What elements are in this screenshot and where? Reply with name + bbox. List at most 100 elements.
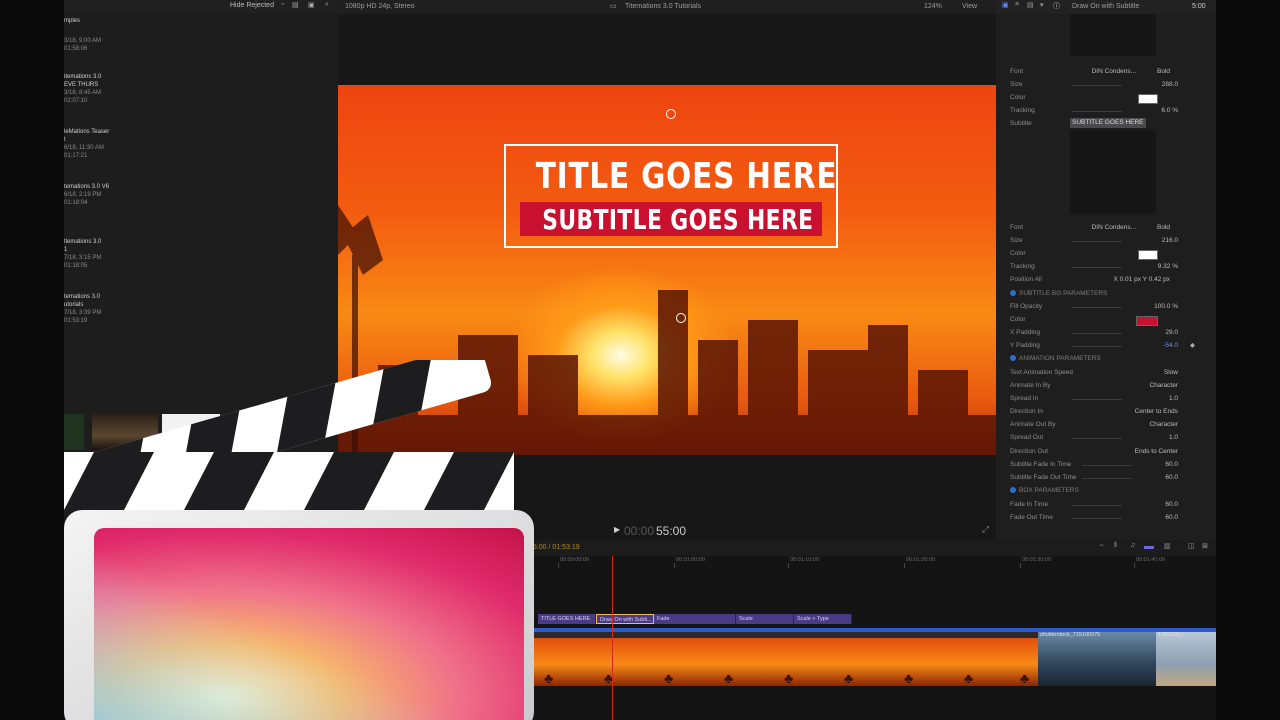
title-clip[interactable]: Fade <box>654 614 736 624</box>
hide-rejected-filter[interactable]: Hide Rejected <box>230 2 274 9</box>
row-label: Subtitle <box>1010 120 1032 127</box>
zoom-menu[interactable]: 124% <box>924 3 942 10</box>
inspector-row: Subtitle SUBTITLE GOES HERE <box>1010 118 1210 130</box>
color-swatch[interactable] <box>1136 316 1158 326</box>
tracking-value[interactable]: 9.32 % <box>1070 261 1178 273</box>
onscreen-handle[interactable] <box>666 109 676 119</box>
row-label: Animate Out By <box>1010 421 1056 428</box>
list-item[interactable]: 3/18, 9:00 AM 01:58:06 <box>64 37 184 53</box>
zoom-slider[interactable] <box>1144 546 1154 549</box>
title-clip-selected[interactable]: Draw On with Subti... <box>596 614 654 624</box>
inspector-duration: 5:00 <box>1192 3 1206 10</box>
playhead[interactable] <box>612 556 613 720</box>
item-date: 7/18, 3:39 PM <box>64 310 102 316</box>
list-item[interactable]: tlemations 3.0 1 7/18, 3:15 PM 01:18:05 <box>64 238 184 270</box>
title-text-field[interactable] <box>1070 14 1156 56</box>
inspector-row: Animate Out By Character <box>1010 419 1210 431</box>
list-view-icon[interactable]: ▤ <box>292 1 299 9</box>
window-icon[interactable]: ◫ <box>1188 542 1195 550</box>
play-icon[interactable]: ▶ <box>614 525 620 534</box>
clip-appearance-icon[interactable]: ▥ <box>1164 542 1171 550</box>
subtitle-text-area[interactable] <box>1070 130 1156 214</box>
filter-icon[interactable]: ▾ <box>1040 1 1044 9</box>
film-icon[interactable]: ▤ <box>1027 1 1034 9</box>
section-label: SUBTITLE BG PARAMETERS <box>1019 290 1108 297</box>
speed-popup[interactable]: Slow <box>1070 367 1178 379</box>
section-header[interactable]: BOX PARAMETERS <box>1010 485 1210 497</box>
subtitle-text[interactable]: SUBTITLE GOES HERE <box>542 203 813 236</box>
item-date: 3/18, 8:45 AM <box>64 90 102 96</box>
headphones-icon[interactable]: ♫ <box>1130 542 1135 549</box>
spread-out-value[interactable]: 1.0 <box>1070 432 1178 444</box>
close-timeline-icon[interactable]: ⊠ <box>1202 542 1208 550</box>
x-padding-value[interactable]: 29.0 <box>1070 327 1178 339</box>
fullscreen-icon[interactable]: ⤢ <box>982 524 989 535</box>
ruler-tick <box>1134 563 1135 568</box>
fade-in-value[interactable]: 60.0 <box>1070 459 1178 471</box>
item-date: 7/18, 3:15 PM <box>64 255 102 261</box>
filter-chevron-icon[interactable]: ⌃ <box>280 2 286 10</box>
center-handle[interactable] <box>676 313 686 323</box>
final-cut-pro-icon <box>64 360 564 720</box>
section-header[interactable]: SUBTITLE BG PARAMETERS <box>1010 288 1210 300</box>
color-swatch[interactable] <box>1138 250 1158 260</box>
box-fade-out-value[interactable]: 60.0 <box>1070 512 1178 524</box>
direction-in-popup[interactable]: Center to Ends <box>1070 406 1178 418</box>
sunset-video-clip[interactable]: ♣ ♣ ♣ ♣ ♣ ♣ ♣ ♣ ♣ <box>534 638 1038 686</box>
snapping-icon[interactable]: ⫴ <box>1114 542 1117 550</box>
item-title: itemations 3.0 <box>64 74 102 80</box>
ruler-label: 00:01:40:00 <box>1136 557 1166 563</box>
weight-popup[interactable]: Bold <box>1140 222 1170 234</box>
box-fade-in-value[interactable]: 60.0 <box>1070 499 1178 511</box>
palm-silhouette-icon: ♣ <box>784 670 794 686</box>
list-item[interactable]: temations 3.0 utorials 7/18, 3:39 PM 01:… <box>64 293 184 325</box>
spread-in-value[interactable]: 1.0 <box>1070 393 1178 405</box>
row-label: Font <box>1010 68 1024 75</box>
video-inspector-icon[interactable]: ▣ <box>1002 1 1009 9</box>
title-clip[interactable]: Scale + Type <box>794 614 852 624</box>
browser-toolbar: Hide Rejected ⌃ ▤ ▣ ⌕ <box>64 0 338 14</box>
list-item[interactable]: temations 3.0 V6 6/18, 2:19 PM 01:18:04 <box>64 183 184 207</box>
row-label: Size <box>1010 81 1023 88</box>
stock-video-clip[interactable]: 1762110_i <box>1156 632 1216 686</box>
info-icon[interactable]: ⓘ <box>1053 1 1060 11</box>
y-padding-value[interactable]: -54.0 <box>1070 340 1178 352</box>
ruler-label: 00:01:20:00 <box>906 557 936 563</box>
size-value[interactable]: 288.0 <box>1070 79 1178 91</box>
fade-out-value[interactable]: 60.0 <box>1070 472 1178 484</box>
timecode-prefix: 00:00 <box>624 524 655 538</box>
row-label: Fade Out Time <box>1010 514 1053 521</box>
title-text[interactable]: TITLE GOES HERE <box>536 156 837 197</box>
size-value[interactable]: 216.0 <box>1070 235 1178 247</box>
search-icon[interactable]: ⌕ <box>325 1 329 9</box>
direction-out-popup[interactable]: Ends to Center <box>1070 446 1178 458</box>
audio-skimming-icon[interactable]: ⇔ <box>1098 542 1105 549</box>
inspector-row: Font DIN Condens... Bold <box>1010 222 1210 234</box>
font-popup[interactable]: DIN Condens... <box>1066 66 1136 78</box>
tracking-value[interactable]: 6.0 % <box>1070 105 1178 117</box>
keyframe-icon[interactable]: ◆ <box>1190 340 1195 352</box>
clip-label: shutterstock_715100275 <box>1040 632 1101 638</box>
title-clip[interactable]: Scale <box>736 614 794 624</box>
color-swatch[interactable] <box>1138 94 1158 104</box>
list-item[interactable]: leMations Teaser t 6/18, 11:30 AM 01:17:… <box>64 128 184 160</box>
inspector-panel: ▣ ≡ ▤ ▾ ⓘ Draw On with Subtitle 5:00 Fon… <box>996 0 1216 540</box>
stock-video-clip[interactable]: shutterstock_715100275 <box>1038 632 1156 686</box>
weight-popup[interactable]: Bold <box>1140 66 1170 78</box>
font-popup[interactable]: DIN Condens... <box>1066 222 1136 234</box>
subtitle-text-field[interactable]: SUBTITLE GOES HERE <box>1070 118 1146 128</box>
list-item[interactable]: mples <box>64 17 184 25</box>
viewer-timecode[interactable]: 55:00 <box>656 524 686 538</box>
position-value[interactable]: X 0.01 px Y 0.42 px <box>1050 274 1171 286</box>
row-label: Fade In Time <box>1010 501 1048 508</box>
title-box[interactable]: TITLE GOES HERE SUBTITLE GOES HERE <box>504 144 838 248</box>
filmstrip-view-icon[interactable]: ▣ <box>308 1 315 9</box>
list-item[interactable]: itemations 3.0 EVE THURS 3/18, 8:45 AM 0… <box>64 73 184 105</box>
view-menu[interactable]: View <box>962 3 977 10</box>
section-header[interactable]: ANIMATION PARAMETERS <box>1010 353 1210 365</box>
animate-in-popup[interactable]: Character <box>1070 380 1178 392</box>
opacity-value[interactable]: 100.0 % <box>1070 301 1178 313</box>
list-icon[interactable]: ≡ <box>1015 1 1019 8</box>
item-duration: 01:18:04 <box>64 200 88 206</box>
animate-out-popup[interactable]: Character <box>1070 419 1178 431</box>
